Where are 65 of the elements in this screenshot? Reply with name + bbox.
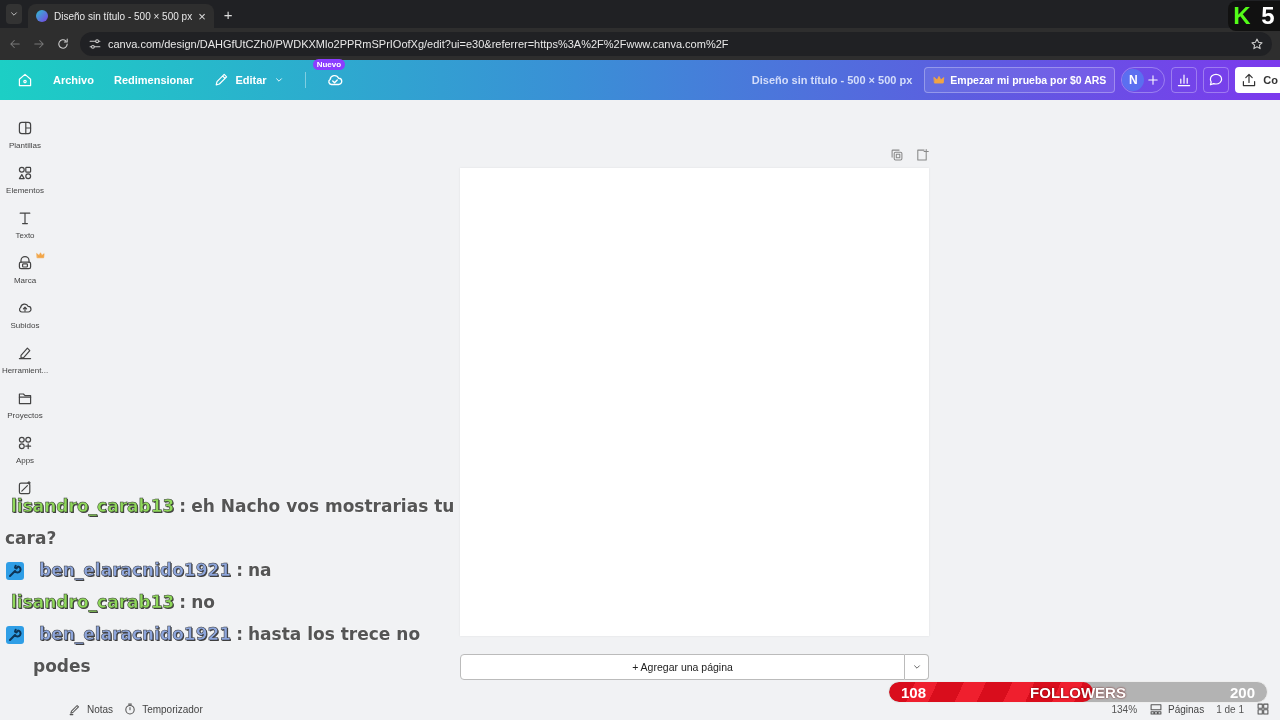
favicon-icon: [36, 10, 48, 22]
comment-icon: [1208, 72, 1225, 88]
forward-icon[interactable]: [32, 37, 46, 51]
briefcase-icon: [17, 255, 33, 271]
bar-chart-icon: [1176, 72, 1193, 88]
pages-button[interactable]: Páginas: [1149, 702, 1205, 716]
zoom-level[interactable]: 134%: [1111, 703, 1138, 715]
add-page-button[interactable]: + Agregar una página: [460, 654, 905, 680]
timer-icon: [123, 702, 138, 716]
sidebar-item[interactable]: Plantillas: [0, 116, 50, 150]
tab-list-button[interactable]: [6, 4, 22, 24]
grid-view-icon[interactable]: [1256, 702, 1270, 716]
stream-logo: K: [1233, 2, 1251, 30]
layout-icon: [17, 120, 33, 136]
insights-button[interactable]: [1171, 67, 1198, 93]
browser-tab[interactable]: Diseño sin título - 500 × 500 px ×: [28, 4, 214, 28]
site-settings-icon[interactable]: [88, 37, 102, 51]
page-count: 1 de 1: [1216, 703, 1244, 715]
user-avatar[interactable]: N: [1122, 69, 1145, 91]
viewer-count: 5: [1261, 2, 1275, 30]
close-tab-button[interactable]: ×: [198, 8, 206, 24]
folder-icon: [17, 390, 33, 406]
tab-title: Diseño sin título - 500 × 500 px: [54, 10, 193, 22]
back-icon[interactable]: [8, 37, 22, 51]
text-icon: [17, 210, 33, 226]
url-text: canva.com/design/DAHGfUtCZh0/PWDKXMlo2PPRmSPrIOofXg/edit?ui=e30&referrer=https%3A%2F%2Fwww.canva.com%2F: [108, 38, 730, 50]
chat-message: lisandro_carab13 : no: [10, 591, 216, 614]
chat-message: ben_elaracnido1921 : hasta los trece no podes: [33, 623, 422, 678]
sidebar-item[interactable]: Texto: [0, 206, 50, 240]
sidebar-item[interactable]: Subidos: [0, 296, 50, 330]
sidebar-item[interactable]: Elementos: [0, 161, 50, 195]
trial-button[interactable]: Empezar mi prueba por $0 ARS: [924, 67, 1116, 93]
sidebar-item[interactable]: Proyectos: [0, 386, 50, 420]
sidebar-item[interactable]: Apps: [0, 431, 50, 465]
new-tab-button[interactable]: +: [223, 5, 233, 23]
pen-icon: [17, 345, 33, 361]
duplicate-page-icon[interactable]: [890, 148, 904, 162]
expand-pages-button[interactable]: [905, 654, 929, 680]
sidebar-item[interactable]: Herramient...: [0, 341, 50, 375]
share-button[interactable]: Co: [1235, 67, 1280, 93]
new-badge: Nuevo: [312, 59, 346, 70]
chat-message: ben_elaracnido1921 : na: [38, 559, 273, 582]
follower-goal: 200: [1229, 683, 1255, 701]
notes-button[interactable]: Notas: [68, 702, 114, 716]
apps-icon: [17, 435, 33, 451]
plus-icon: [1146, 73, 1161, 87]
chat-message: lisandro_carab13 : eh Nacho vos mostrarias tu cara?: [5, 495, 456, 550]
pages-icon: [1149, 702, 1164, 716]
bookmark-star-icon[interactable]: [1250, 37, 1264, 51]
add-page-icon[interactable]: [915, 148, 929, 162]
crown-icon: [933, 74, 946, 86]
pencil-icon: [68, 702, 82, 716]
pencil-icon: [213, 72, 230, 88]
reload-icon[interactable]: [56, 37, 70, 51]
share-icon: [1241, 72, 1258, 88]
timer-button[interactable]: Temporizador: [123, 702, 203, 716]
add-collaborator-button[interactable]: [1146, 73, 1161, 87]
follower-count: 108: [901, 683, 927, 701]
sidebar-item[interactable]: Marca: [0, 251, 50, 285]
magic-image-icon: [17, 480, 33, 496]
cloud-upload-icon: [17, 300, 33, 316]
shapes-icon: [17, 165, 33, 181]
address-field[interactable]: canva.com/design/DAHGfUtCZh0/PWDKXMlo2PPRmSPrIOofXg/edit?ui=e30&referrer=https%3A%2F%2Fwww.canva.com%2F: [80, 32, 1272, 56]
comments-button[interactable]: [1203, 67, 1230, 93]
home-icon[interactable]: [17, 72, 33, 88]
